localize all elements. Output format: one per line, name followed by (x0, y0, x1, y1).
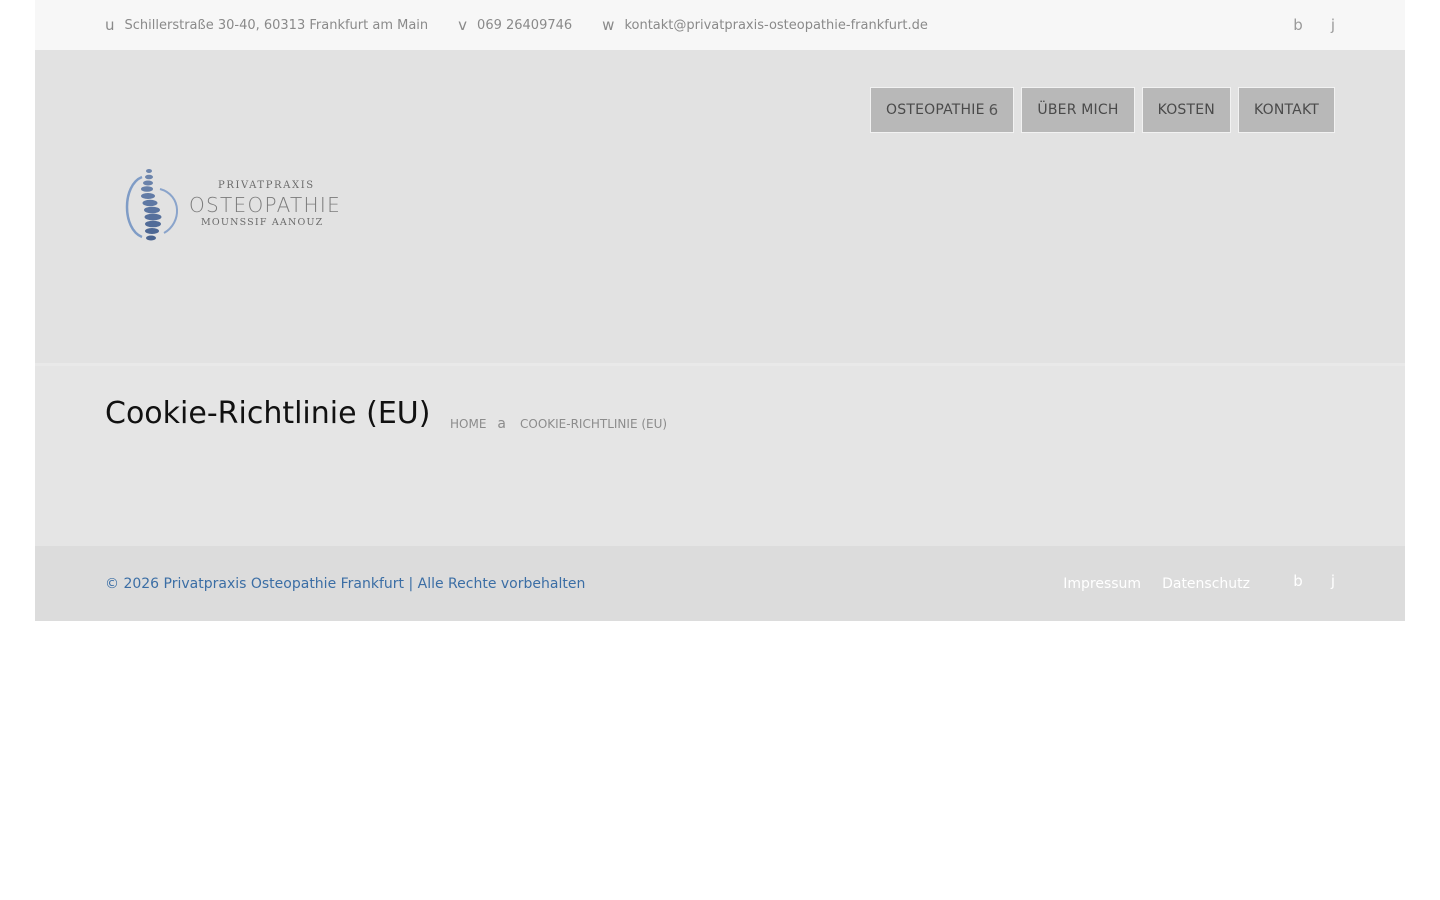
breadcrumb-home[interactable]: HOME (450, 417, 486, 431)
nav-item-label: ÜBER MICH (1037, 102, 1119, 118)
email-text[interactable]: kontakt@privatpraxis-osteopathie-frankfu… (624, 18, 927, 33)
nav-item-osteopathie[interactable]: OSTEOPATHIE 6 (870, 87, 1015, 133)
email-icon: w (602, 16, 615, 34)
nav-item-label: KOSTEN (1157, 102, 1215, 118)
top-bar: u Schillerstraße 30-40, 60313 Frankfurt … (35, 0, 1405, 50)
site-logo[interactable]: PRIVATPRAXIS OSTEOPATHIE MOUNSSIF AANOUZ (120, 167, 340, 245)
dropdown-caret-icon: 6 (988, 101, 999, 119)
top-social-links: b j (1265, 0, 1335, 50)
logo-line-2: OSTEOPATHIE (189, 193, 342, 217)
breadcrumb: HOME a COOKIE-RICHTLINIE (EU) (450, 416, 667, 432)
address-item: u Schillerstraße 30-40, 60313 Frankfurt … (105, 16, 428, 34)
email-item[interactable]: w kontakt@privatpraxis-osteopathie-frank… (602, 16, 928, 34)
footer-link-datenschutz[interactable]: Datenschutz (1162, 576, 1250, 592)
phone-text[interactable]: 069 26409746 (477, 18, 572, 33)
instagram-icon[interactable]: j (1331, 16, 1335, 34)
facebook-icon[interactable]: b (1293, 16, 1303, 34)
facebook-icon[interactable]: b (1293, 572, 1303, 590)
site-footer: © 2026 Privatpraxis Osteopathie Frankfur… (35, 546, 1405, 621)
logo-line-1: PRIVATPRAXIS (218, 180, 315, 191)
nav-item-label: OSTEOPATHIE (886, 102, 985, 118)
logo-line-3: MOUNSSIF AANOUZ (201, 217, 324, 228)
copyright-text: © 2026 Privatpraxis Osteopathie Frankfur… (105, 575, 586, 592)
phone-icon: v (458, 16, 468, 34)
page-title-section: Cookie-Richtlinie (EU) HOME a COOKIE-RIC… (35, 363, 1405, 546)
instagram-icon[interactable]: j (1331, 572, 1335, 590)
site-header: OSTEOPATHIE 6 ÜBER MICH KOSTEN KONTAKT P… (35, 50, 1405, 363)
footer-links: Impressum Datenschutz (1042, 546, 1250, 621)
footer-link-impressum[interactable]: Impressum (1063, 576, 1141, 592)
main-navigation: OSTEOPATHIE 6 ÜBER MICH KOSTEN KONTAKT (863, 87, 1335, 133)
contact-info: u Schillerstraße 30-40, 60313 Frankfurt … (105, 0, 958, 50)
nav-item-kontakt[interactable]: KONTAKT (1238, 87, 1335, 133)
breadcrumb-current: COOKIE-RICHTLINIE (EU) (520, 417, 668, 431)
nav-item-label: KONTAKT (1254, 102, 1319, 118)
address-text: Schillerstraße 30-40, 60313 Frankfurt am… (124, 17, 429, 33)
location-icon: u (105, 16, 115, 34)
page-wrapper: u Schillerstraße 30-40, 60313 Frankfurt … (35, 0, 1405, 621)
page-title: Cookie-Richtlinie (EU) (105, 396, 431, 431)
spine-logo-icon (125, 169, 178, 241)
breadcrumb-separator-icon: a (497, 416, 506, 432)
nav-item-kosten[interactable]: KOSTEN (1141, 87, 1231, 133)
nav-item-ueber-mich[interactable]: ÜBER MICH (1021, 87, 1135, 133)
phone-item[interactable]: v 069 26409746 (458, 16, 572, 34)
footer-social-links: b j (1265, 546, 1335, 621)
